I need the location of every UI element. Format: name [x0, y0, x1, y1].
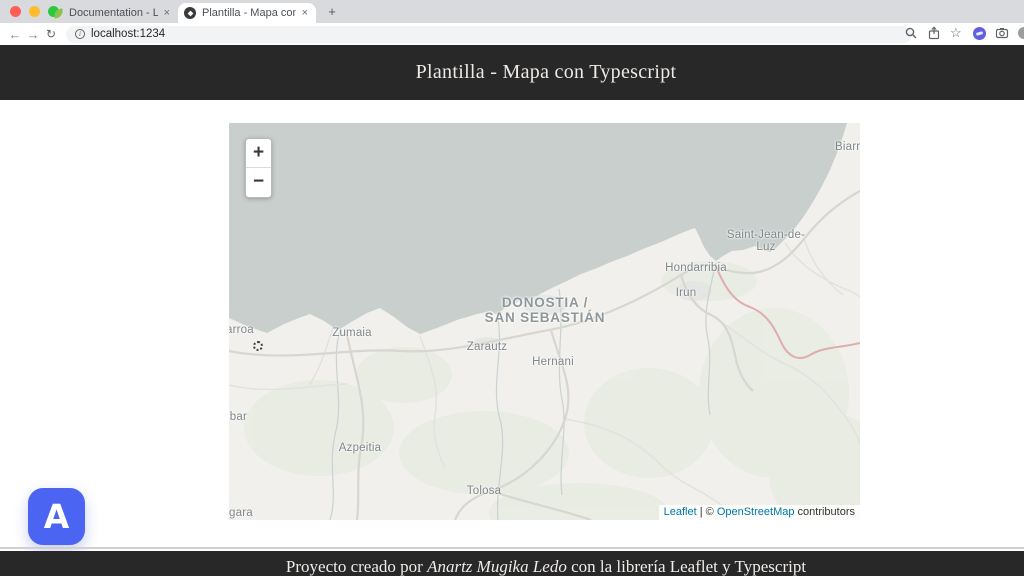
- reload-button[interactable]: ↻: [42, 27, 60, 41]
- extension-icon[interactable]: [973, 27, 986, 40]
- footer-divider: [0, 547, 1024, 549]
- attribution-suffix: contributors: [794, 506, 855, 518]
- new-tab-button[interactable]: +: [324, 4, 340, 20]
- clipped-toolbar-icon[interactable]: [1018, 27, 1024, 39]
- back-button[interactable]: ←: [6, 27, 24, 42]
- map-label-town: Zumaia: [332, 327, 372, 339]
- tab-close-icon[interactable]: ×: [162, 7, 172, 19]
- zoom-out-button[interactable]: −: [246, 168, 271, 197]
- leaflet-link[interactable]: Leaflet: [664, 506, 697, 518]
- leaflet-map[interactable]: DONOSTIA / SAN SEBASTIÁN arroa Zumaia Za…: [229, 123, 860, 520]
- page-zoom-icon[interactable]: [904, 26, 918, 40]
- site-info-icon[interactable]: i: [75, 29, 85, 39]
- browser-toolbar: ← → ↻ i localhost:1234: [0, 23, 1024, 45]
- tab-title: Plantilla - Mapa con Typescript: [202, 7, 296, 19]
- share-icon[interactable]: [927, 26, 941, 40]
- footer-author: Anartz Mugika Ledo: [427, 557, 567, 576]
- map-label-town: Irun: [676, 287, 697, 299]
- camera-icon[interactable]: [995, 26, 1009, 40]
- map-label-town: Zarautz: [467, 341, 507, 353]
- minimize-window-button[interactable]: [29, 6, 40, 17]
- map-zoom-control: + −: [245, 138, 272, 198]
- map-label-town: Hernani: [532, 356, 574, 368]
- address-bar[interactable]: i localhost:1234: [66, 26, 912, 43]
- browser-actions: ☆: [904, 26, 1022, 40]
- footer-text-suffix: con la librería Leaflet y Typescript: [567, 557, 806, 576]
- attribution-separator: | ©: [697, 506, 717, 518]
- map-label-town: rgara: [229, 507, 253, 519]
- tab-plantilla-mapa[interactable]: Plantilla - Mapa con Typescript ×: [178, 3, 316, 23]
- map-label-town: Azpeitia: [339, 442, 382, 454]
- map-label-donostia: DONOSTIA / SAN SEBASTIÁN: [485, 295, 606, 325]
- close-window-button[interactable]: [10, 6, 21, 17]
- map-label-town: arroa: [229, 324, 254, 336]
- footer-text-prefix: Proyecto creado por: [286, 557, 427, 576]
- mouse-cursor: [253, 341, 263, 351]
- tab-close-icon[interactable]: ×: [300, 7, 310, 19]
- map-label-town: Hondarribia: [665, 262, 727, 274]
- page-header: Plantilla - Mapa con Typescript: [0, 45, 1024, 100]
- star-icon[interactable]: ☆: [950, 26, 964, 40]
- tab-leaflet-docs[interactable]: Documentation - Leaflet - a Ja ×: [48, 3, 178, 23]
- openstreetmap-link[interactable]: OpenStreetMap: [717, 506, 795, 518]
- map-attribution: Leaflet | © OpenStreetMap contributors: [659, 505, 860, 520]
- page-footer: Proyecto creado por Anartz Mugika Ledo c…: [0, 551, 1024, 576]
- map-label-town: ibar: [229, 411, 247, 423]
- map-label-town: Biarri: [835, 141, 860, 153]
- zoom-in-button[interactable]: +: [246, 139, 271, 168]
- map-label-town: Saint-Jean-de- Luz: [727, 229, 805, 253]
- map-label-town: Tolosa: [467, 485, 501, 497]
- url-text: localhost:1234: [91, 28, 165, 40]
- leaflet-leaf-icon: [53, 8, 63, 18]
- forward-button[interactable]: →: [24, 27, 42, 42]
- parcel-icon: [184, 7, 196, 19]
- tab-title: Documentation - Leaflet - a Ja: [69, 7, 158, 19]
- page-title: Plantilla - Mapa con Typescript: [0, 45, 1024, 100]
- logo-letter: A: [44, 497, 70, 536]
- author-logo: A: [28, 488, 85, 545]
- browser-tabstrip: Documentation - Leaflet - a Ja × Plantil…: [0, 0, 1024, 23]
